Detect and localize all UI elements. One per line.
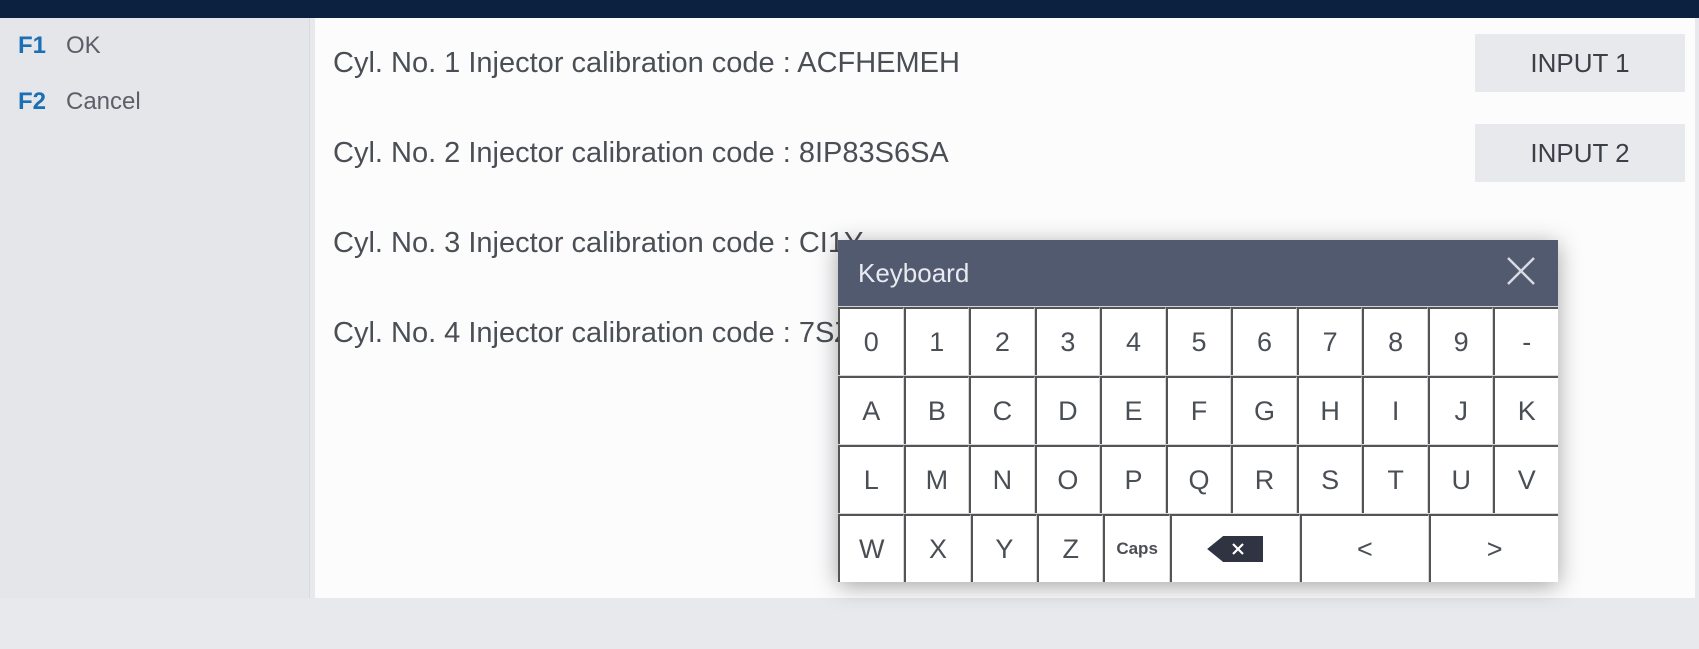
fkey-label: F1 <box>18 32 52 60</box>
key-5[interactable]: 5 <box>1166 307 1232 375</box>
key-d[interactable]: D <box>1035 376 1101 444</box>
key-n[interactable]: N <box>969 445 1035 513</box>
key-u[interactable]: U <box>1428 445 1494 513</box>
keyboard-header: Keyboard <box>838 240 1558 306</box>
key-x[interactable]: X <box>904 514 970 582</box>
key-y[interactable]: Y <box>971 514 1037 582</box>
key-3[interactable]: 3 <box>1035 307 1101 375</box>
injector-code-text: Cyl. No. 1 Injector calibration code : A… <box>333 47 960 80</box>
key-p[interactable]: P <box>1100 445 1166 513</box>
keyboard-row-3: L M N O P Q R S T U V <box>838 444 1558 513</box>
keyboard-title: Keyboard <box>858 258 969 289</box>
key-h[interactable]: H <box>1297 376 1363 444</box>
key-8[interactable]: 8 <box>1362 307 1428 375</box>
key-v[interactable]: V <box>1493 445 1558 513</box>
key-j[interactable]: J <box>1428 376 1494 444</box>
key-backspace[interactable] <box>1170 514 1300 582</box>
keyboard-row-2: A B C D E F G H I J K <box>838 375 1558 444</box>
key-4[interactable]: 4 <box>1100 307 1166 375</box>
key-lt[interactable]: < <box>1300 514 1430 582</box>
key-s[interactable]: S <box>1297 445 1363 513</box>
sidebar-button-ok[interactable]: F1 OK <box>0 18 309 74</box>
key-k[interactable]: K <box>1493 376 1558 444</box>
sidebar-item-label: Cancel <box>66 88 141 116</box>
close-icon[interactable] <box>1504 254 1538 293</box>
key-a[interactable]: A <box>838 376 904 444</box>
key-i[interactable]: I <box>1362 376 1428 444</box>
key-2[interactable]: 2 <box>969 307 1035 375</box>
injector-row-2: Cyl. No. 2 Injector calibration code : 8… <box>315 108 1695 198</box>
key-gt[interactable]: > <box>1429 514 1558 582</box>
input-2-button[interactable]: INPUT 2 <box>1475 124 1685 182</box>
key-g[interactable]: G <box>1231 376 1297 444</box>
key-f[interactable]: F <box>1166 376 1232 444</box>
key-caps[interactable]: Caps <box>1103 514 1169 582</box>
key-z[interactable]: Z <box>1037 514 1103 582</box>
key-r[interactable]: R <box>1231 445 1297 513</box>
injector-row-1: Cyl. No. 1 Injector calibration code : A… <box>315 18 1695 108</box>
key-t[interactable]: T <box>1362 445 1428 513</box>
key-c[interactable]: C <box>969 376 1035 444</box>
injector-code-text: Cyl. No. 2 Injector calibration code : 8… <box>333 137 949 170</box>
sidebar: F1 OK F2 Cancel <box>0 18 310 598</box>
input-1-button[interactable]: INPUT 1 <box>1475 34 1685 92</box>
backspace-icon <box>1207 536 1263 562</box>
keyboard-row-4: W X Y Z Caps < > <box>838 513 1558 582</box>
key-0[interactable]: 0 <box>838 307 904 375</box>
key-m[interactable]: M <box>904 445 970 513</box>
key-q[interactable]: Q <box>1166 445 1232 513</box>
sidebar-item-label: OK <box>66 32 101 60</box>
onscreen-keyboard: Keyboard 0 1 2 3 4 5 6 7 8 9 - A B C D E… <box>838 240 1558 582</box>
key-hyphen[interactable]: - <box>1493 307 1558 375</box>
key-b[interactable]: B <box>904 376 970 444</box>
key-6[interactable]: 6 <box>1231 307 1297 375</box>
key-l[interactable]: L <box>838 445 904 513</box>
key-7[interactable]: 7 <box>1297 307 1363 375</box>
key-e[interactable]: E <box>1100 376 1166 444</box>
fkey-label: F2 <box>18 88 52 116</box>
key-o[interactable]: O <box>1035 445 1101 513</box>
sidebar-button-cancel[interactable]: F2 Cancel <box>0 74 309 130</box>
keyboard-row-1: 0 1 2 3 4 5 6 7 8 9 - <box>838 306 1558 375</box>
key-w[interactable]: W <box>838 514 904 582</box>
injector-code-text: Cyl. No. 3 Injector calibration code : C… <box>333 227 863 260</box>
injector-code-text: Cyl. No. 4 Injector calibration code : 7… <box>333 317 860 350</box>
key-1[interactable]: 1 <box>904 307 970 375</box>
key-9[interactable]: 9 <box>1428 307 1494 375</box>
